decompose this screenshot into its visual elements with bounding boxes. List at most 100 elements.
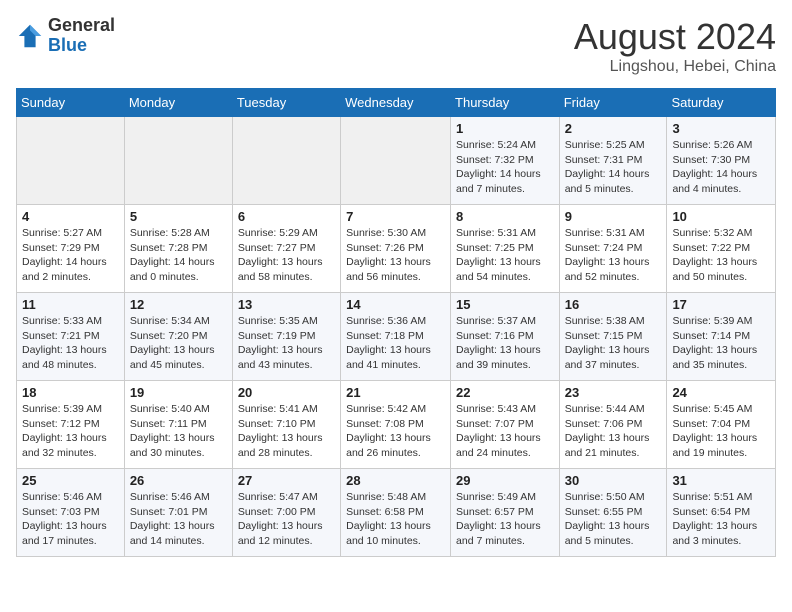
day-info: Sunrise: 5:27 AMSunset: 7:29 PMDaylight:… xyxy=(22,226,119,285)
day-info: Sunrise: 5:50 AMSunset: 6:55 PMDaylight:… xyxy=(565,490,662,549)
day-info: Sunrise: 5:35 AMSunset: 7:19 PMDaylight:… xyxy=(238,314,335,373)
day-info: Sunrise: 5:31 AMSunset: 7:25 PMDaylight:… xyxy=(456,226,554,285)
day-info: Sunrise: 5:33 AMSunset: 7:21 PMDaylight:… xyxy=(22,314,119,373)
day-number: 15 xyxy=(456,297,554,312)
calendar-cell: 16 Sunrise: 5:38 AMSunset: 7:15 PMDayligh… xyxy=(559,293,667,381)
day-number: 7 xyxy=(346,209,445,224)
calendar-cell: 26 Sunrise: 5:46 AMSunset: 7:01 PMDayligh… xyxy=(124,469,232,557)
day-info: Sunrise: 5:29 AMSunset: 7:27 PMDaylight:… xyxy=(238,226,335,285)
day-number: 17 xyxy=(672,297,770,312)
calendar-cell: 29Sunrise: 5:49 AMSunset: 6:57 PMDayligh… xyxy=(451,469,560,557)
calendar-cell: 10 Sunrise: 5:32 AMSunset: 7:22 PMDayligh… xyxy=(667,205,776,293)
calendar-cell: 6 Sunrise: 5:29 AMSunset: 7:27 PMDaylight… xyxy=(232,205,340,293)
day-info: Sunrise: 5:42 AMSunset: 7:08 PMDaylight:… xyxy=(346,402,445,461)
calendar-cell: 8 Sunrise: 5:31 AMSunset: 7:25 PMDaylight… xyxy=(451,205,560,293)
logo: General Blue xyxy=(16,16,115,56)
calendar-cell: 31Sunrise: 5:51 AMSunset: 6:54 PMDayligh… xyxy=(667,469,776,557)
calendar-cell: 4Sunrise: 5:27 AMSunset: 7:29 PMDaylight… xyxy=(17,205,125,293)
calendar-body: 1 Sunrise: 5:24 AMSunset: 7:32 PMDaylight… xyxy=(17,117,776,557)
day-number: 22 xyxy=(456,385,554,400)
day-number: 6 xyxy=(238,209,335,224)
calendar-cell: 15 Sunrise: 5:37 AMSunset: 7:16 PMDayligh… xyxy=(451,293,560,381)
day-info: Sunrise: 5:37 AMSunset: 7:16 PMDaylight:… xyxy=(456,314,554,373)
day-number: 16 xyxy=(565,297,662,312)
calendar-week-row: 4Sunrise: 5:27 AMSunset: 7:29 PMDaylight… xyxy=(17,205,776,293)
day-info: Sunrise: 5:32 AMSunset: 7:22 PMDaylight:… xyxy=(672,226,770,285)
day-number: 3 xyxy=(672,121,770,136)
day-number: 25 xyxy=(22,473,119,488)
day-info: Sunrise: 5:40 AMSunset: 7:11 PMDaylight:… xyxy=(130,402,227,461)
day-number: 10 xyxy=(672,209,770,224)
day-info: Sunrise: 5:41 AMSunset: 7:10 PMDaylight:… xyxy=(238,402,335,461)
logo-blue-text: Blue xyxy=(48,35,87,55)
weekday-header-tuesday: Tuesday xyxy=(232,89,340,117)
location-label: Lingshou, Hebei, China xyxy=(574,58,776,76)
day-number: 1 xyxy=(456,121,554,136)
day-number: 30 xyxy=(565,473,662,488)
day-info: Sunrise: 5:38 AMSunset: 7:15 PMDaylight:… xyxy=(565,314,662,373)
logo-icon xyxy=(16,22,44,50)
day-info: Sunrise: 5:25 AMSunset: 7:31 PMDaylight:… xyxy=(565,138,662,197)
day-info: Sunrise: 5:28 AMSunset: 7:28 PMDaylight:… xyxy=(130,226,227,285)
day-number: 26 xyxy=(130,473,227,488)
day-number: 19 xyxy=(130,385,227,400)
calendar-cell: 1 Sunrise: 5:24 AMSunset: 7:32 PMDaylight… xyxy=(451,117,560,205)
calendar-header: SundayMondayTuesdayWednesdayThursdayFrid… xyxy=(17,89,776,117)
weekday-header-monday: Monday xyxy=(124,89,232,117)
day-number: 14 xyxy=(346,297,445,312)
calendar-cell: 23Sunrise: 5:44 AMSunset: 7:06 PMDayligh… xyxy=(559,381,667,469)
weekday-header-thursday: Thursday xyxy=(451,89,560,117)
weekday-header-sunday: Sunday xyxy=(17,89,125,117)
day-info: Sunrise: 5:31 AMSunset: 7:24 PMDaylight:… xyxy=(565,226,662,285)
calendar-cell: 3Sunrise: 5:26 AMSunset: 7:30 PMDaylight… xyxy=(667,117,776,205)
day-number: 21 xyxy=(346,385,445,400)
calendar-cell: 17 Sunrise: 5:39 AMSunset: 7:14 PMDayligh… xyxy=(667,293,776,381)
day-info: Sunrise: 5:34 AMSunset: 7:20 PMDaylight:… xyxy=(130,314,227,373)
day-info: Sunrise: 5:46 AMSunset: 7:03 PMDaylight:… xyxy=(22,490,119,549)
day-info: Sunrise: 5:47 AMSunset: 7:00 PMDaylight:… xyxy=(238,490,335,549)
day-info: Sunrise: 5:45 AMSunset: 7:04 PMDaylight:… xyxy=(672,402,770,461)
calendar-cell: 22Sunrise: 5:43 AMSunset: 7:07 PMDayligh… xyxy=(451,381,560,469)
weekday-header-friday: Friday xyxy=(559,89,667,117)
day-number: 11 xyxy=(22,297,119,312)
calendar-cell xyxy=(17,117,125,205)
calendar-cell: 30 Sunrise: 5:50 AMSunset: 6:55 PMDayligh… xyxy=(559,469,667,557)
weekday-header-saturday: Saturday xyxy=(667,89,776,117)
day-number: 5 xyxy=(130,209,227,224)
calendar-cell xyxy=(341,117,451,205)
day-number: 28 xyxy=(346,473,445,488)
day-info: Sunrise: 5:30 AMSunset: 7:26 PMDaylight:… xyxy=(346,226,445,285)
title-block: August 2024 Lingshou, Hebei, China xyxy=(574,16,776,76)
day-number: 12 xyxy=(130,297,227,312)
calendar-cell: 13 Sunrise: 5:35 AMSunset: 7:19 PMDayligh… xyxy=(232,293,340,381)
day-info: Sunrise: 5:51 AMSunset: 6:54 PMDaylight:… xyxy=(672,490,770,549)
day-info: Sunrise: 5:24 AMSunset: 7:32 PMDaylight:… xyxy=(456,138,554,197)
calendar-cell: 12 Sunrise: 5:34 AMSunset: 7:20 PMDayligh… xyxy=(124,293,232,381)
day-number: 13 xyxy=(238,297,335,312)
calendar-cell xyxy=(232,117,340,205)
calendar-cell: 5 Sunrise: 5:28 AMSunset: 7:28 PMDaylight… xyxy=(124,205,232,293)
day-number: 24 xyxy=(672,385,770,400)
calendar-table: SundayMondayTuesdayWednesdayThursdayFrid… xyxy=(16,88,776,557)
calendar-cell: 21 Sunrise: 5:42 AMSunset: 7:08 PMDayligh… xyxy=(341,381,451,469)
calendar-cell: 27Sunrise: 5:47 AMSunset: 7:00 PMDayligh… xyxy=(232,469,340,557)
calendar-cell: 7 Sunrise: 5:30 AMSunset: 7:26 PMDaylight… xyxy=(341,205,451,293)
calendar-cell: 9 Sunrise: 5:31 AMSunset: 7:24 PMDaylight… xyxy=(559,205,667,293)
page-header: General Blue August 2024 Lingshou, Hebei… xyxy=(16,16,776,76)
calendar-cell xyxy=(124,117,232,205)
day-info: Sunrise: 5:39 AMSunset: 7:12 PMDaylight:… xyxy=(22,402,119,461)
day-info: Sunrise: 5:49 AMSunset: 6:57 PMDaylight:… xyxy=(456,490,554,549)
day-number: 23 xyxy=(565,385,662,400)
calendar-week-row: 1 Sunrise: 5:24 AMSunset: 7:32 PMDaylight… xyxy=(17,117,776,205)
calendar-cell: 25 Sunrise: 5:46 AMSunset: 7:03 PMDayligh… xyxy=(17,469,125,557)
day-number: 9 xyxy=(565,209,662,224)
day-info: Sunrise: 5:46 AMSunset: 7:01 PMDaylight:… xyxy=(130,490,227,549)
logo-general-text: General xyxy=(48,15,115,35)
calendar-cell: 19 Sunrise: 5:40 AMSunset: 7:11 PMDayligh… xyxy=(124,381,232,469)
weekday-header-row: SundayMondayTuesdayWednesdayThursdayFrid… xyxy=(17,89,776,117)
day-info: Sunrise: 5:39 AMSunset: 7:14 PMDaylight:… xyxy=(672,314,770,373)
day-info: Sunrise: 5:48 AMSunset: 6:58 PMDaylight:… xyxy=(346,490,445,549)
calendar-week-row: 25 Sunrise: 5:46 AMSunset: 7:03 PMDayligh… xyxy=(17,469,776,557)
weekday-header-wednesday: Wednesday xyxy=(341,89,451,117)
day-number: 8 xyxy=(456,209,554,224)
